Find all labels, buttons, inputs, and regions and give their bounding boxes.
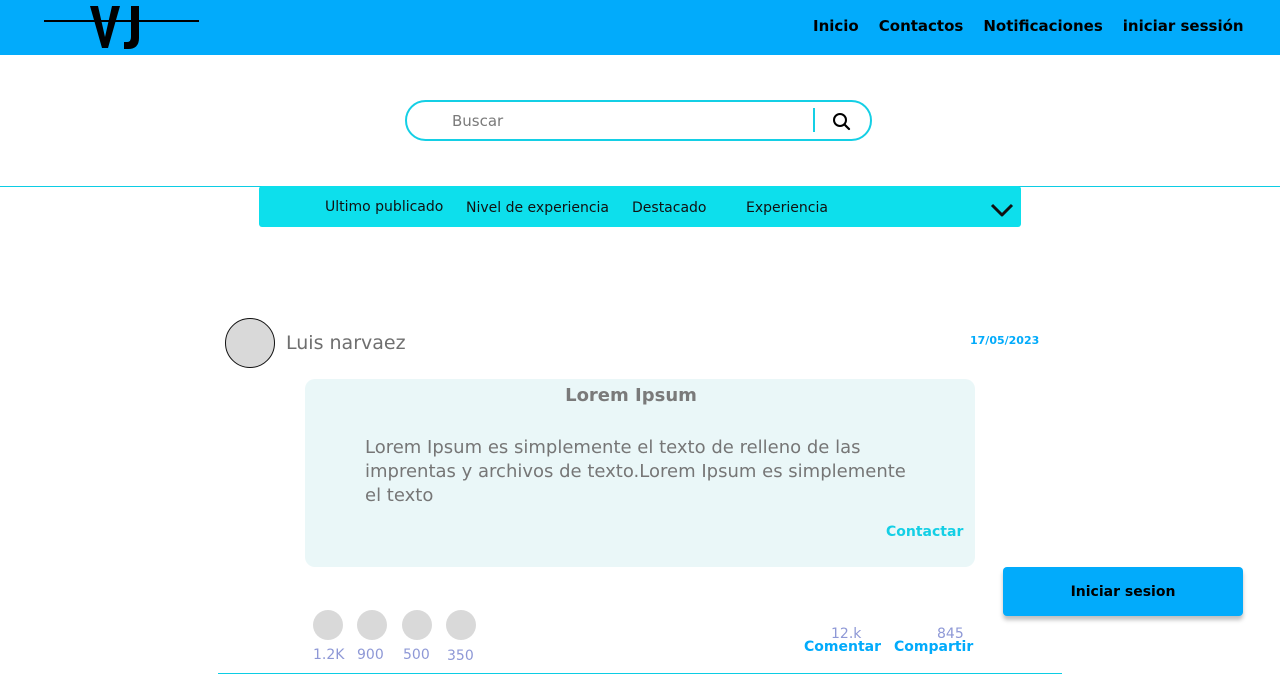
login-button[interactable]: Iniciar sesion	[1003, 567, 1243, 616]
reaction-button-1[interactable]	[313, 610, 343, 640]
chevron-down-icon	[990, 203, 1014, 217]
reaction-button-3[interactable]	[402, 610, 432, 640]
post-body: Lorem Ipsum es simplemente el texto de r…	[365, 437, 906, 506]
nav-iniciar-sesion[interactable]: iniciar sessión	[1123, 16, 1244, 36]
post-title: Lorem Ipsum	[565, 385, 697, 406]
share-button[interactable]: Compartir	[894, 638, 973, 656]
tab-nivel-de-experiencia[interactable]: Nivel de experiencia	[466, 199, 609, 217]
reaction-button-4[interactable]	[446, 610, 476, 640]
main-nav: Inicio Contactos Notificaciones iniciar …	[813, 16, 1244, 36]
comment-button[interactable]: Comentar	[804, 638, 881, 656]
page: Inicio Contactos Notificaciones iniciar …	[0, 0, 1280, 674]
search-bar	[405, 100, 872, 141]
post-card: Lorem Ipsum Lorem Ipsum es simplemente e…	[305, 379, 975, 567]
reaction-count-4: 350	[447, 648, 474, 664]
nav-contactos[interactable]: Contactos	[879, 16, 964, 36]
filter-dropdown-toggle[interactable]	[990, 202, 1014, 218]
vj-logo-icon	[44, 6, 199, 49]
filter-bar: Ultimo publicado Nivel de experiencia De…	[259, 186, 1021, 227]
reaction-count-3: 500	[403, 647, 430, 663]
reaction-count-2: 900	[357, 647, 384, 663]
vj-logo[interactable]	[44, 4, 200, 52]
top-navbar: Inicio Contactos Notificaciones iniciar …	[0, 0, 1280, 55]
post-date: 17/05/2023	[970, 334, 1040, 347]
tab-destacado[interactable]: Destacado	[632, 199, 706, 217]
author-avatar[interactable]	[225, 318, 275, 368]
nav-notificaciones[interactable]: Notificaciones	[983, 16, 1102, 36]
contact-link[interactable]: Contactar	[886, 523, 963, 541]
search-button[interactable]	[830, 110, 854, 134]
author-name[interactable]: Luis narvaez	[286, 331, 406, 355]
search-icon	[833, 113, 851, 131]
tab-ultimo-publicado[interactable]: Ultimo publicado	[325, 198, 443, 216]
reaction-button-2[interactable]	[357, 610, 387, 640]
search-divider	[813, 108, 815, 132]
nav-inicio[interactable]: Inicio	[813, 16, 859, 36]
search-input[interactable]	[450, 110, 800, 132]
tab-experiencia[interactable]: Experiencia	[746, 199, 828, 217]
reaction-count-1: 1.2K	[313, 647, 345, 663]
